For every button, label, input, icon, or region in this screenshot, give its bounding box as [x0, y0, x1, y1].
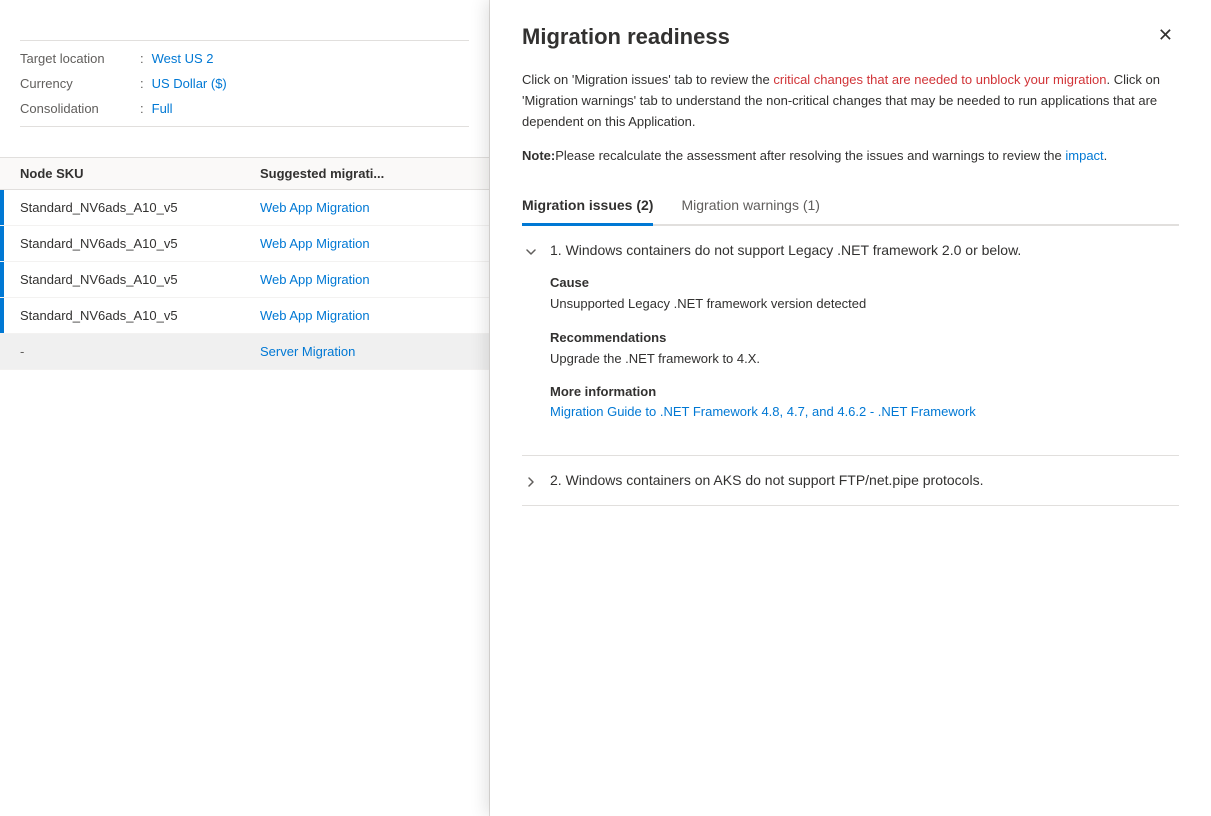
consolidation-row: Consolidation : Full: [20, 101, 469, 116]
migration-readiness-panel: Migration readiness ✕ Click on 'Migratio…: [490, 0, 1211, 816]
consolidation-label: Consolidation: [20, 101, 140, 116]
migration-link[interactable]: Web App Migration: [260, 200, 469, 215]
more-info-title: More information: [550, 384, 1179, 399]
table-row: Standard_NV6ads_A10_v5 Web App Migration: [0, 262, 489, 298]
tab-migration-warnings[interactable]: Migration warnings (1): [681, 187, 820, 226]
migration-link[interactable]: Web App Migration: [260, 308, 469, 323]
tab-migration-issues[interactable]: Migration issues (2): [522, 187, 653, 226]
desc-red-text: critical changes that are needed to unbl…: [773, 72, 1106, 87]
currency-label: Currency: [20, 76, 140, 91]
recommendations-text: Upgrade the .NET framework to 4.X.: [550, 349, 1179, 369]
currency-value: US Dollar ($): [152, 76, 227, 91]
issue-1-body: Cause Unsupported Legacy .NET framework …: [522, 275, 1179, 455]
chevron-right-icon: [522, 473, 540, 491]
issues-list: 1. Windows containers do not support Leg…: [522, 226, 1179, 506]
issue-2-header[interactable]: 2. Windows containers on AKS do not supp…: [522, 456, 1179, 505]
chevron-down-icon: [522, 243, 540, 261]
migration-link[interactable]: Web App Migration: [260, 272, 469, 287]
currency-row: Currency : US Dollar ($): [20, 76, 469, 91]
more-info-section: More information Migration Guide to .NET…: [550, 384, 1179, 419]
issue-item-2: 2. Windows containers on AKS do not supp…: [522, 456, 1179, 506]
cause-title: Cause: [550, 275, 1179, 290]
left-info-section: Target location : West US 2 Currency : U…: [0, 0, 489, 157]
sku-value: Standard_NV6ads_A10_v5: [20, 272, 260, 287]
accent-bar: [0, 298, 4, 333]
desc-prefix: Click on 'Migration issues' tab to revie…: [522, 72, 773, 87]
target-location-value: West US 2: [152, 51, 214, 66]
sku-value: Standard_NV6ads_A10_v5: [20, 236, 260, 251]
more-info-link[interactable]: Migration Guide to .NET Framework 4.8, 4…: [550, 404, 976, 419]
modal-description: Click on 'Migration issues' tab to revie…: [522, 70, 1179, 132]
modal-note: Note:Please recalculate the assessment a…: [522, 146, 1179, 167]
modal-header: Migration readiness ✕: [522, 24, 1179, 50]
consolidation-value: Full: [152, 101, 173, 116]
table-row: Standard_NV6ads_A10_v5 Web App Migration: [0, 298, 489, 334]
modal-title: Migration readiness: [522, 24, 730, 50]
migration-link[interactable]: Server Migration: [260, 344, 469, 359]
sku-value: Standard_NV6ads_A10_v5: [20, 308, 260, 323]
note-text: Please recalculate the assessment after …: [555, 148, 1065, 163]
cause-section: Cause Unsupported Legacy .NET framework …: [550, 275, 1179, 314]
issue-1-header[interactable]: 1. Windows containers do not support Leg…: [522, 226, 1179, 275]
cause-text: Unsupported Legacy .NET framework versio…: [550, 294, 1179, 314]
issue-2-title: 2. Windows containers on AKS do not supp…: [550, 472, 983, 488]
issue-item-1: 1. Windows containers do not support Leg…: [522, 226, 1179, 456]
sku-value: Standard_NV6ads_A10_v5: [20, 200, 260, 215]
note-label: Note:: [522, 148, 555, 163]
note-period: .: [1104, 148, 1108, 163]
accent-bar: [0, 226, 4, 261]
issue-1-title: 1. Windows containers do not support Leg…: [550, 242, 1021, 258]
close-button[interactable]: ✕: [1152, 24, 1179, 46]
tabs-bar: Migration issues (2) Migration warnings …: [522, 187, 1179, 226]
migration-link[interactable]: Web App Migration: [260, 236, 469, 251]
col-header-sku: Node SKU: [20, 166, 260, 181]
table-row: Standard_NV6ads_A10_v5 Web App Migration: [0, 190, 489, 226]
note-impact-link[interactable]: impact: [1065, 148, 1103, 163]
table-row: Standard_NV6ads_A10_v5 Web App Migration: [0, 226, 489, 262]
target-location-row: Target location : West US 2: [20, 51, 469, 66]
table-header: Node SKU Suggested migrati...: [0, 157, 489, 190]
sku-value: -: [20, 344, 260, 359]
recommendations-section: Recommendations Upgrade the .NET framewo…: [550, 330, 1179, 369]
col-header-migration: Suggested migrati...: [260, 166, 469, 181]
recommendations-title: Recommendations: [550, 330, 1179, 345]
table-section: Node SKU Suggested migrati... Standard_N…: [0, 157, 489, 370]
table-row: - Server Migration: [0, 334, 489, 370]
accent-bar: [0, 262, 4, 297]
target-location-label: Target location: [20, 51, 140, 66]
accent-bar: [0, 190, 4, 225]
left-panel: Target location : West US 2 Currency : U…: [0, 0, 490, 816]
